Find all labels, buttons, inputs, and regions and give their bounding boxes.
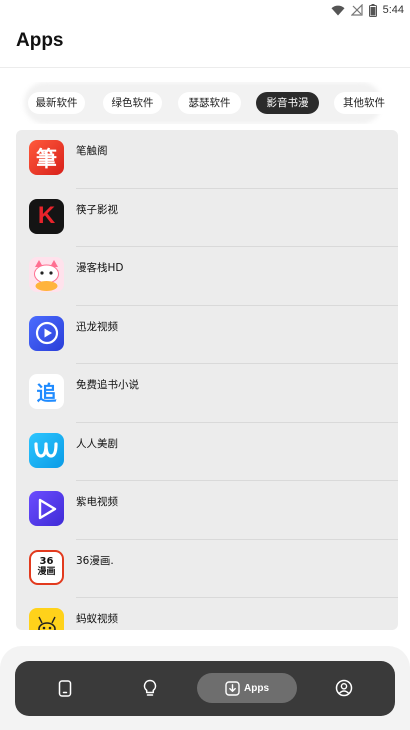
no-signal-icon: [350, 4, 363, 16]
bottom-nav: Apps: [15, 661, 395, 716]
list-item[interactable]: 蚂蚁视频: [16, 598, 398, 630]
app-name: 36漫画.: [76, 554, 114, 567]
status-icons: 5:44: [331, 2, 404, 18]
app-name: 筷子影视: [76, 203, 118, 216]
app-name: 迅龙视频: [76, 320, 118, 333]
header-divider: [0, 67, 410, 68]
zhuishu-icon: 追: [29, 374, 64, 409]
status-time: 5:44: [382, 4, 404, 16]
list-item[interactable]: 紫电视频: [16, 481, 398, 540]
bichuge-icon: 筆: [29, 140, 64, 175]
tab-latest[interactable]: 最新软件: [28, 92, 85, 114]
wifi-icon: [331, 5, 345, 15]
list-item[interactable]: 36 漫画 36漫画.: [16, 540, 398, 598]
list-item[interactable]: 人人美剧: [16, 423, 398, 481]
wave-logo-icon: [33, 442, 58, 458]
manke-mascot: [34, 260, 59, 291]
app-name: 漫客栈HD: [76, 262, 124, 274]
play-circle-icon: [35, 321, 58, 345]
download-icon: [225, 680, 240, 696]
manhua36-glyph-top: 36: [39, 556, 54, 567]
tab-media[interactable]: 影音书漫: [256, 92, 319, 114]
manhua36-icon: 36 漫画: [29, 549, 64, 585]
page-title: Apps: [16, 30, 64, 51]
app-name: 人人美剧: [76, 437, 118, 450]
manke-icon: [29, 257, 64, 292]
list-item[interactable]: 迅龙视频: [16, 306, 398, 364]
kuaizi-glyph: K: [37, 202, 56, 229]
list-item[interactable]: 漫客栈HD: [16, 247, 398, 306]
app-name: 蚂蚁视频: [76, 613, 118, 625]
nav-profile[interactable]: [329, 673, 359, 703]
status-bar: 5:44: [0, 0, 410, 20]
list-item[interactable]: K 筷子影视: [16, 189, 398, 247]
lightbulb-icon: [143, 679, 157, 696]
tab-green[interactable]: 绿色软件: [103, 92, 162, 114]
kuaizi-icon: K: [29, 198, 64, 234]
zidian-icon: [29, 491, 64, 526]
nav-apps[interactable]: Apps: [197, 673, 297, 703]
zhuishu-glyph: 追: [36, 381, 57, 405]
profile-icon: [335, 679, 353, 697]
mayi-icon: [29, 608, 64, 630]
nav-phone[interactable]: [50, 673, 80, 703]
battery-icon: [368, 3, 377, 17]
nav-apps-label: Apps: [244, 682, 269, 694]
tab-adult[interactable]: 瑟瑟软件: [178, 92, 241, 114]
tab-other[interactable]: 其他软件: [334, 92, 394, 114]
ant-icon: [37, 616, 56, 630]
app-name: 免费追书小说: [76, 379, 139, 391]
xunlong-icon: [29, 315, 64, 351]
manhua36-glyph-bottom: 漫画: [37, 567, 56, 577]
app-name: 笔触阁: [76, 145, 108, 157]
renren-icon: [29, 432, 64, 468]
phone-icon: [58, 679, 72, 697]
app-list: 筆 笔触阁 K 筷子影视 漫客栈HD 迅龙视频 追 免费追书小说 人人美剧 紫电…: [16, 130, 398, 630]
play-triangle-icon: [38, 498, 56, 519]
bichuge-glyph: 筆: [36, 145, 57, 171]
category-tabs: 最新软件 绿色软件 瑟瑟软件 影音书漫 其他软件: [0, 82, 410, 124]
app-name: 紫电视频: [76, 496, 118, 508]
list-item[interactable]: 追 免费追书小说: [16, 364, 398, 423]
list-item[interactable]: 筆 笔触阁: [16, 130, 398, 189]
nav-ideas[interactable]: [135, 673, 165, 703]
